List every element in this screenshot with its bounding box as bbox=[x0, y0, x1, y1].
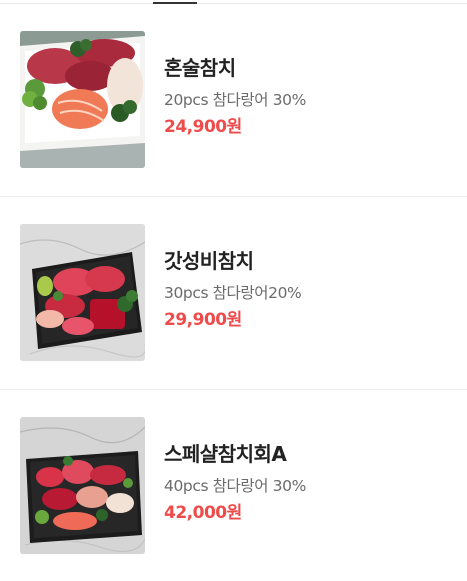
product-info: 혼술참치 20pcs 참다랑어 30% 24,900원 bbox=[164, 54, 454, 138]
product-name: 갓성비참치 bbox=[164, 249, 254, 273]
product-description: 30pcs 참다랑어20% bbox=[164, 284, 302, 302]
product-info: 스페샬참치회A 40pcs 참다랑어 30% 42,000원 bbox=[164, 440, 454, 524]
product-price: 29,900원 bbox=[164, 310, 242, 330]
product-item[interactable]: 스페샬참치회A 40pcs 참다랑어 30% 42,000원 bbox=[0, 390, 467, 581]
product-list: 혼술참치 20pcs 참다랑어 30% 24,900원 갓성비참치 30pcs … bbox=[0, 4, 467, 581]
product-item[interactable]: 혼술참치 20pcs 참다랑어 30% 24,900원 bbox=[0, 4, 467, 197]
product-description: 20pcs 참다랑어 30% bbox=[164, 91, 306, 109]
product-image[interactable] bbox=[20, 31, 145, 168]
product-image[interactable] bbox=[20, 417, 145, 554]
product-name: 스페샬참치회A bbox=[164, 442, 287, 466]
product-item[interactable]: 갓성비참치 30pcs 참다랑어20% 29,900원 bbox=[0, 197, 467, 390]
product-info: 갓성비참치 30pcs 참다랑어20% 29,900원 bbox=[164, 247, 454, 331]
product-price: 42,000원 bbox=[164, 503, 242, 523]
product-description: 40pcs 참다랑어 30% bbox=[164, 477, 306, 495]
product-name: 혼술참치 bbox=[164, 56, 236, 80]
product-image[interactable] bbox=[20, 224, 145, 361]
product-price: 24,900원 bbox=[164, 117, 242, 137]
